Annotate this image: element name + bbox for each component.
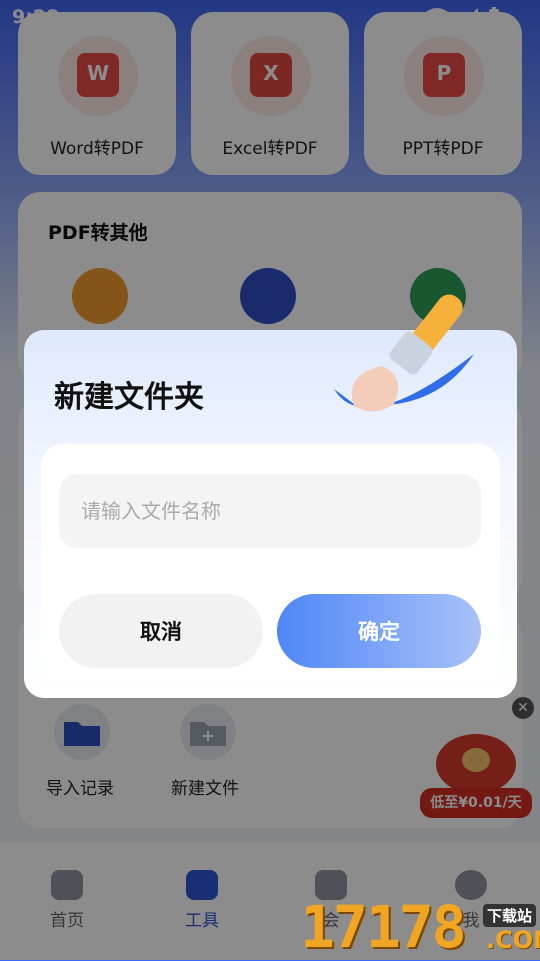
paintbrush-icon — [334, 294, 474, 412]
watermark-number: 17178 — [300, 893, 467, 961]
cancel-button[interactable]: 取消 — [59, 594, 263, 668]
folder-name-input[interactable] — [59, 474, 481, 548]
watermark-tld: .COM — [486, 926, 540, 954]
dialog-body: 取消 确定 — [41, 444, 500, 684]
new-folder-dialog: 新建文件夹 取消 确定 — [24, 294, 517, 698]
confirm-button[interactable]: 确定 — [277, 594, 481, 668]
dialog-title: 新建文件夹 — [54, 380, 204, 415]
watermark-site: 下载站 — [483, 904, 537, 927]
